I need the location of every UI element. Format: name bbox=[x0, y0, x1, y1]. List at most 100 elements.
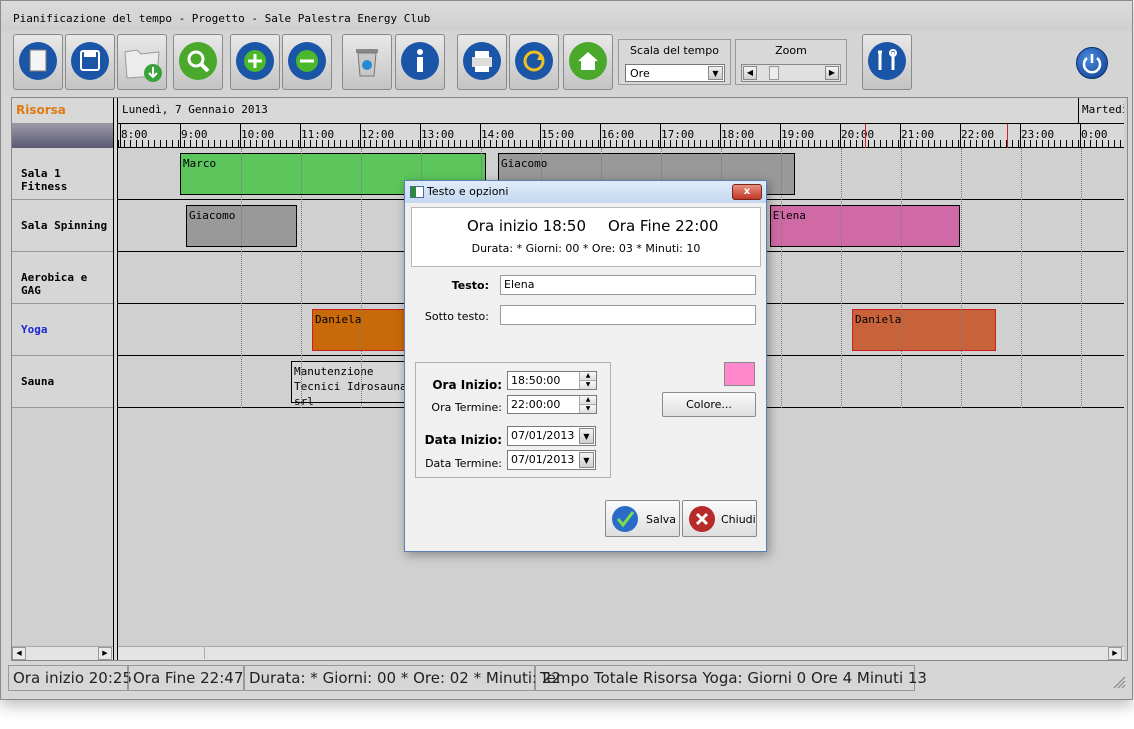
resource-header-band bbox=[12, 124, 113, 148]
hour-gridline bbox=[841, 148, 842, 408]
time-marker bbox=[865, 124, 866, 148]
hour-label: 15:00 bbox=[541, 128, 575, 141]
arrow-right-icon[interactable]: ▶ bbox=[98, 647, 112, 660]
new-document-button[interactable] bbox=[13, 34, 63, 90]
toolbar: Scala del tempo Ore ▼ Zoom ◀ ▶ bbox=[1, 31, 1132, 95]
zoom-out-button[interactable] bbox=[282, 34, 332, 90]
search-button[interactable] bbox=[173, 34, 223, 90]
open-folder-button[interactable] bbox=[117, 34, 167, 90]
zoom-slider-thumb[interactable] bbox=[769, 66, 779, 80]
print-button[interactable] bbox=[457, 34, 507, 90]
power-icon bbox=[1082, 54, 1102, 74]
testo-input[interactable]: Elena bbox=[500, 275, 756, 295]
day-divider bbox=[1078, 98, 1079, 124]
data-termine-select[interactable]: 07/01/2013 ▼ bbox=[507, 450, 596, 470]
floppy-disk-icon bbox=[71, 42, 109, 80]
hour-gridline bbox=[781, 148, 782, 408]
zoom-in-button[interactable] bbox=[230, 34, 280, 90]
chevron-down-icon[interactable]: ▼ bbox=[579, 452, 594, 468]
power-button[interactable] bbox=[1076, 47, 1108, 79]
printer-icon bbox=[463, 42, 501, 80]
hour-label: 22:00 bbox=[961, 128, 995, 141]
spin-down-icon[interactable]: ▼ bbox=[579, 404, 596, 413]
hour-label: 13:00 bbox=[421, 128, 455, 141]
day-label-monday: Lunedì, 7 Gennaio 2013 bbox=[122, 103, 268, 116]
dialog-durata: Durata: * Giorni: 00 * Ore: 03 * Minuti:… bbox=[471, 242, 701, 255]
spin-up-icon[interactable]: ▲ bbox=[579, 396, 596, 404]
spin-down-icon[interactable]: ▼ bbox=[579, 380, 596, 389]
hour-label: 18:00 bbox=[721, 128, 755, 141]
refresh-button[interactable] bbox=[509, 34, 559, 90]
zoom-slider[interactable]: ◀ ▶ bbox=[741, 64, 841, 82]
arrow-right-icon[interactable]: ▶ bbox=[1108, 647, 1122, 660]
testo-label: Testo: bbox=[451, 279, 489, 292]
resource-row[interactable]: Sala 1 Fitness bbox=[12, 148, 113, 200]
sotto-testo-input[interactable] bbox=[500, 305, 756, 325]
scroll-thumb[interactable] bbox=[198, 647, 205, 659]
zoom-group: Zoom ◀ ▶ bbox=[735, 39, 847, 85]
time-marker bbox=[1007, 124, 1008, 148]
data-termine-label: Data Termine: bbox=[425, 457, 502, 470]
chiudi-button[interactable]: Chiudi bbox=[682, 500, 757, 537]
resource-row[interactable]: Sala Spinning bbox=[12, 200, 113, 252]
schedule-event[interactable]: Elena bbox=[769, 205, 960, 247]
resource-row[interactable]: Sauna bbox=[12, 356, 113, 408]
resource-row[interactable]: Aerobica e GAG bbox=[12, 252, 113, 304]
save-button[interactable] bbox=[65, 34, 115, 90]
hour-label: 11:00 bbox=[301, 128, 335, 141]
data-inizio-select[interactable]: 07/01/2013 ▼ bbox=[507, 426, 596, 446]
zoom-label: Zoom bbox=[775, 44, 807, 57]
ora-termine-input[interactable]: 22:00:00 ▲ ▼ bbox=[507, 395, 597, 414]
hour-header: 8:00 9:00 10:00 11:00 12:00 13:00 14:00 15:00 16… bbox=[118, 124, 1124, 148]
resource-scrollbar[interactable]: ◀ ▶ bbox=[12, 646, 113, 660]
hour-gridline bbox=[241, 148, 242, 408]
text-options-dialog: Testo e opzioni x Ora inizio 18:50 Ora F… bbox=[404, 180, 767, 552]
time-scale-select[interactable]: Ore ▼ bbox=[625, 64, 725, 82]
status-bar: Ora inizio 20:25 Ora Fine 22:47 Durata: … bbox=[8, 665, 1128, 691]
schedule-event[interactable]: Daniela bbox=[852, 309, 996, 351]
title-bar: Pianificazione del tempo - Progetto - Sa… bbox=[1, 1, 1132, 31]
status-ora-inizio: Ora inizio 20:25 bbox=[8, 665, 132, 691]
magnifier-icon bbox=[179, 42, 217, 80]
event-text: Manutenzione bbox=[294, 365, 374, 378]
arrow-right-icon[interactable]: ▶ bbox=[825, 66, 839, 80]
data-termine-value: 07/01/2013 bbox=[511, 453, 575, 466]
recycle-bin-button[interactable] bbox=[342, 34, 392, 90]
chevron-down-icon[interactable]: ▼ bbox=[579, 428, 594, 444]
minus-icon bbox=[288, 42, 326, 80]
window-title: Pianificazione del tempo - Progetto - Sa… bbox=[13, 12, 431, 25]
ora-inizio-value: 18:50:00 bbox=[511, 374, 561, 387]
hour-label: 14:00 bbox=[481, 128, 515, 141]
colore-button[interactable]: Colore... bbox=[662, 392, 756, 417]
timeline-scrollbar[interactable]: ▶ bbox=[118, 646, 1124, 660]
day-header: Lunedì, 7 Gennaio 2013 Martedì, bbox=[118, 98, 1124, 124]
ora-inizio-input[interactable]: 18:50:00 ▲ ▼ bbox=[507, 371, 597, 390]
resize-grip-icon[interactable] bbox=[1112, 675, 1126, 689]
status-ora-fine: Ora Fine 22:47 bbox=[128, 665, 244, 691]
hour-gridline bbox=[1081, 148, 1082, 408]
checkmark-icon bbox=[612, 506, 638, 532]
time-scale-value: Ore bbox=[630, 67, 650, 80]
refresh-arrow-icon bbox=[515, 42, 553, 80]
ora-termine-value: 22:00:00 bbox=[511, 398, 561, 411]
resource-row[interactable]: Yoga bbox=[12, 304, 113, 356]
chiudi-label: Chiudi bbox=[721, 513, 756, 526]
hour-label: 19:00 bbox=[781, 128, 815, 141]
dialog-close-button[interactable]: x bbox=[732, 184, 762, 200]
spin-up-icon[interactable]: ▲ bbox=[579, 372, 596, 380]
resource-name: Yoga bbox=[21, 323, 48, 336]
tools-button[interactable] bbox=[862, 34, 912, 90]
info-button[interactable] bbox=[395, 34, 445, 90]
arrow-left-icon[interactable]: ◀ bbox=[743, 66, 757, 80]
ora-termine-label: Ora Termine: bbox=[431, 401, 502, 414]
salva-button[interactable]: Salva bbox=[605, 500, 680, 537]
time-scale-label: Scala del tempo bbox=[630, 44, 719, 57]
arrow-left-icon[interactable]: ◀ bbox=[12, 647, 26, 660]
resource-name: Aerobica e GAG bbox=[21, 271, 88, 297]
hour-gridline bbox=[901, 148, 902, 408]
time-date-group: Ora Inizio: 18:50:00 ▲ ▼ Ora Termine: 22… bbox=[415, 362, 611, 478]
color-swatch bbox=[724, 362, 755, 386]
chevron-down-icon[interactable]: ▼ bbox=[708, 66, 723, 80]
schedule-event[interactable]: Manutenzione Tecnici Idrosauna srl bbox=[291, 361, 420, 408]
home-button[interactable] bbox=[563, 34, 613, 90]
